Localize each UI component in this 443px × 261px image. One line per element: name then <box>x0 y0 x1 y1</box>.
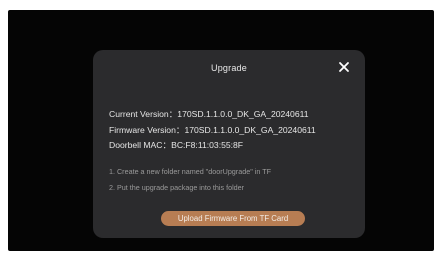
close-button[interactable] <box>337 60 351 74</box>
device-screen: Upgrade Current Version：170SD.1.1.0.0_DK… <box>8 10 434 251</box>
instruction-step-1: 1. Create a new folder named "doorUpgrad… <box>109 167 271 176</box>
instruction-step-2: 2. Put the upgrade package into this fol… <box>109 183 245 192</box>
device-info: Current Version：170SD.1.1.0.0_DK_GA_2024… <box>109 107 316 154</box>
current-version: Current Version：170SD.1.1.0.0_DK_GA_2024… <box>109 109 309 119</box>
close-icon <box>339 62 349 72</box>
upgrade-dialog: Upgrade Current Version：170SD.1.1.0.0_DK… <box>93 50 365 238</box>
doorbell-mac: Doorbell MAC：BC:F8:11:03:55:8F <box>109 140 244 150</box>
upload-firmware-button[interactable]: Upload Firmware From TF Card <box>161 211 305 226</box>
dialog-title: Upgrade <box>211 63 247 73</box>
upgrade-instructions: 1. Create a new folder named "doorUpgrad… <box>109 164 271 196</box>
firmware-version: Firmware Version：170SD.1.1.0.0_DK_GA_202… <box>109 124 316 135</box>
